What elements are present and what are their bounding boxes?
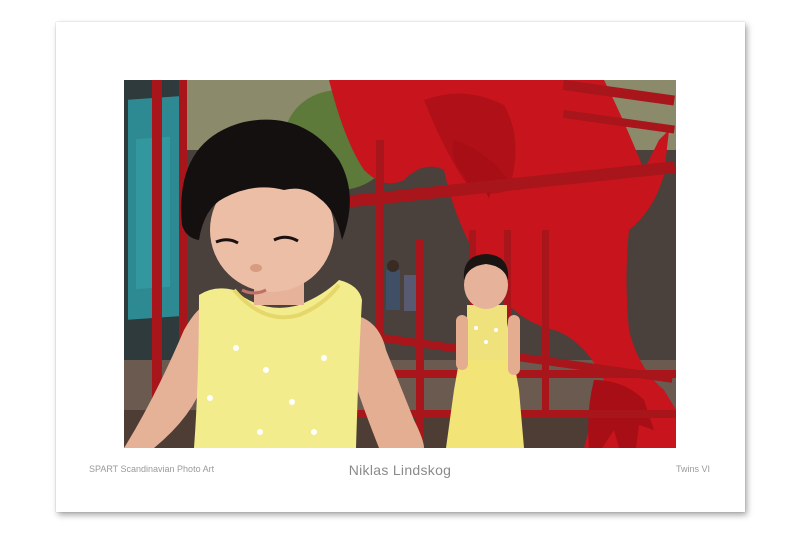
print-title: Twins VI bbox=[675, 464, 710, 474]
photograph bbox=[124, 80, 676, 448]
